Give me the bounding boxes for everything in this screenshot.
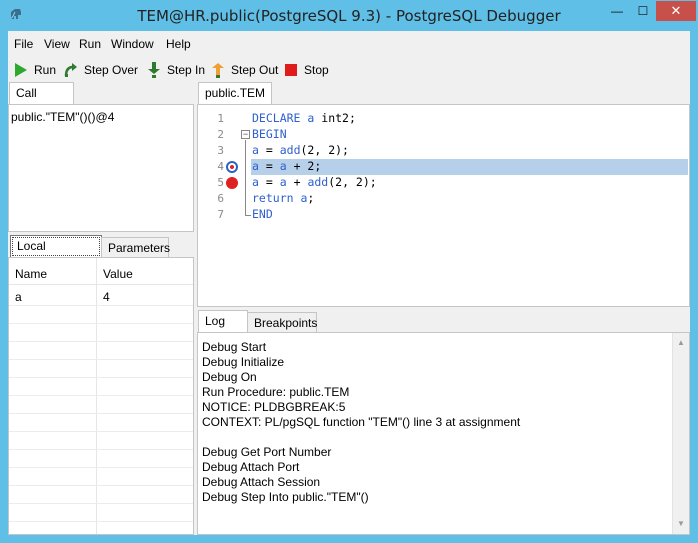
- code-line-3: a = add(2, 2);: [252, 143, 349, 157]
- tab-local-variables[interactable]: Local Variables: [10, 235, 102, 273]
- minimize-button[interactable]: —: [604, 1, 630, 21]
- client-area: File View Run Window Help Run Step Over …: [8, 31, 690, 535]
- code-line-6: return a;: [252, 191, 315, 205]
- table-row: [9, 486, 193, 504]
- step-in-button[interactable]: Step In: [147, 59, 205, 81]
- log-line: Debug Get Port Number: [202, 445, 332, 459]
- line-number: 2: [217, 128, 224, 141]
- call-stack-entry[interactable]: public."TEM"()()@4: [11, 110, 114, 124]
- tab-editor-public-tem[interactable]: public.TEM: [198, 82, 272, 105]
- run-button[interactable]: Run: [14, 59, 56, 81]
- log-line: Debug Attach Port: [202, 460, 300, 474]
- log-scrollbar[interactable]: ▲ ▼: [672, 333, 689, 534]
- table-row: [9, 432, 193, 450]
- close-button[interactable]: ✕: [656, 1, 696, 21]
- menu-file[interactable]: File: [14, 37, 33, 51]
- maximize-button[interactable]: ☐: [630, 1, 656, 21]
- line-number: 1: [217, 112, 224, 125]
- log-line: Debug Step Into public."TEM"(): [202, 490, 369, 504]
- line-number: 4: [217, 160, 224, 173]
- table-row: [9, 342, 193, 360]
- table-row: [9, 468, 193, 486]
- table-row: [9, 414, 193, 432]
- stop-icon: [285, 64, 297, 76]
- step-over-icon: [64, 63, 77, 77]
- table-row: [9, 450, 193, 468]
- code-editor[interactable]: 1 2 3 4 5 6 7 − DECLARE a int2; BEGIN a …: [197, 104, 690, 307]
- tab-log[interactable]: Log: [198, 310, 248, 333]
- line-number: 7: [217, 208, 224, 221]
- debugger-window: TEM@HR.public(PostgreSQL 9.3) - PostgreS…: [0, 0, 698, 543]
- tab-breakpoints[interactable]: Breakpoints: [247, 312, 317, 333]
- stop-button[interactable]: Stop: [284, 59, 329, 81]
- log-line: Debug Attach Session: [202, 475, 321, 489]
- step-out-label: Step Out: [231, 63, 279, 77]
- menu-help[interactable]: Help: [166, 37, 191, 51]
- table-row: [9, 504, 193, 522]
- menu-view[interactable]: View: [44, 37, 70, 51]
- current-breakpoint-icon[interactable]: [226, 161, 238, 173]
- toolbar: Run Step Over Step In Step Out Stop: [8, 59, 690, 81]
- stop-label: Stop: [304, 63, 329, 77]
- title-bar[interactable]: TEM@HR.public(PostgreSQL 9.3) - PostgreS…: [0, 0, 698, 31]
- step-in-label: Step In: [167, 63, 206, 77]
- code-line-2: BEGIN: [252, 127, 287, 141]
- breakpoint-icon[interactable]: [226, 177, 238, 189]
- menu-run[interactable]: Run: [79, 37, 101, 51]
- table-row: [9, 324, 193, 342]
- log-line: Debug Initialize: [202, 355, 285, 369]
- step-out-icon: [212, 63, 224, 78]
- log-line: Debug On: [202, 370, 257, 384]
- line-number: 6: [217, 192, 224, 205]
- code-line-7: END: [252, 207, 273, 221]
- tab-parameters[interactable]: Parameters: [101, 237, 170, 258]
- log-line: Debug Start: [202, 340, 267, 354]
- table-row: [9, 396, 193, 414]
- code-line-1: DECLARE a int2;: [252, 111, 356, 125]
- table-row: [9, 378, 193, 396]
- step-out-button[interactable]: Step Out: [211, 59, 278, 81]
- line-number: 5: [217, 176, 224, 189]
- local-variables-panel: Name Value a 4: [8, 257, 194, 535]
- variable-name: a: [15, 290, 22, 304]
- log-panel: Debug Start Debug Initialize Debug On Ru…: [197, 332, 690, 535]
- run-label: Run: [34, 63, 57, 77]
- code-line-5: a = a + add(2, 2);: [252, 175, 377, 189]
- tab-call-stack[interactable]: Call Stack: [9, 82, 74, 120]
- log-line: CONTEXT: PL/pgSQL function "TEM"() line …: [202, 415, 521, 429]
- table-row: [9, 360, 193, 378]
- window-title: TEM@HR.public(PostgreSQL 9.3) - PostgreS…: [137, 7, 561, 25]
- scroll-down-icon[interactable]: ▼: [673, 516, 689, 532]
- fold-guide-end: [245, 215, 251, 216]
- call-stack-panel: public."TEM"()()@4: [8, 104, 194, 232]
- fold-guide: [245, 140, 246, 215]
- table-row: [9, 306, 193, 324]
- line-number: 3: [217, 144, 224, 157]
- column-value[interactable]: Value: [103, 267, 133, 281]
- step-over-label: Step Over: [84, 63, 139, 77]
- variables-header: Name Value: [9, 258, 193, 285]
- variable-value: 4: [103, 290, 110, 304]
- step-in-icon: [148, 62, 160, 78]
- code-line-4: a = a + 2;: [252, 159, 322, 173]
- menu-window[interactable]: Window: [111, 37, 154, 51]
- column-name[interactable]: Name: [15, 267, 47, 281]
- table-row[interactable]: a 4: [9, 288, 193, 306]
- log-line: Run Procedure: public.TEM: [202, 385, 350, 399]
- play-icon: [15, 63, 27, 77]
- scroll-up-icon[interactable]: ▲: [673, 335, 689, 351]
- fold-toggle-icon[interactable]: −: [241, 130, 250, 139]
- log-line: NOTICE: PLDBGBREAK:5: [202, 400, 346, 414]
- step-over-button[interactable]: Step Over: [64, 59, 138, 81]
